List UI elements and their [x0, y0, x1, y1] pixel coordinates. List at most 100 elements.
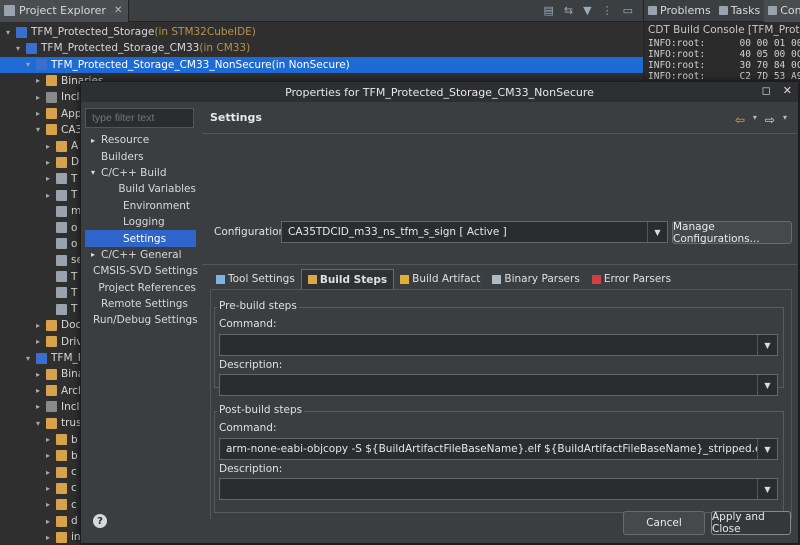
link-editor-icon[interactable]: ⇆ — [564, 4, 573, 17]
chevron-right-icon[interactable]: ▸ — [44, 451, 52, 460]
tree-item[interactable]: ▸ D — [0, 154, 79, 170]
tree-item[interactable]: ▸ App — [0, 106, 82, 122]
tree-item[interactable]: m — [0, 203, 81, 219]
tree-item[interactable]: ▸ Inclu — [0, 89, 86, 105]
chevron-right-icon[interactable]: ▸ — [44, 517, 52, 526]
cancel-button[interactable]: Cancel — [623, 511, 705, 535]
tree-item[interactable]: ▸ Bina — [0, 366, 84, 382]
chevron-right-icon[interactable]: ▸ — [44, 174, 52, 183]
chevron-down-icon[interactable]: ▾ — [24, 354, 32, 363]
tab-tasks[interactable]: Tasks — [715, 0, 764, 22]
tab-build-steps[interactable]: Build Steps — [300, 269, 395, 289]
tree-item[interactable]: o — [0, 236, 77, 252]
tree-item[interactable]: ▸ T — [0, 171, 77, 187]
chevron-down-icon[interactable]: ▾ — [24, 60, 32, 69]
chevron-down-icon[interactable]: ▼ — [757, 439, 777, 459]
tree-item[interactable]: ▸ Arch — [0, 383, 85, 399]
nav-item-logging[interactable]: Logging — [85, 214, 196, 230]
tree-item[interactable]: se — [0, 252, 83, 268]
manage-configurations-button[interactable]: Manage Configurations... — [672, 221, 792, 245]
chevron-right-icon[interactable]: ▸ — [44, 142, 52, 151]
maximize-icon[interactable]: ◻ — [762, 84, 771, 97]
chevron-right-icon[interactable]: ▸ — [44, 191, 52, 200]
chevron-down-icon[interactable]: ▾ — [4, 28, 12, 37]
close-icon[interactable]: ✕ — [114, 5, 122, 16]
nav-item-builders[interactable]: Builders — [85, 148, 196, 164]
chevron-right-icon[interactable]: ▸ — [89, 136, 97, 145]
tree-item[interactable]: ▸ Inclu — [0, 399, 86, 415]
nav-item-cmsis-svd-settings[interactable]: CMSIS-SVD Settings — [85, 263, 198, 279]
close-icon[interactable]: ✕ — [783, 84, 792, 97]
tree-item[interactable]: T — [0, 285, 77, 301]
prebuild-description-field[interactable]: ▼ — [219, 374, 778, 396]
nav-item-build-variables[interactable]: Build Variables — [85, 181, 196, 197]
chevron-right-icon[interactable]: ▸ — [34, 109, 42, 118]
nav-item-project-references[interactable]: Project References — [85, 280, 196, 296]
tree-item[interactable]: T — [0, 301, 77, 317]
tree-item[interactable]: ▸ b — [0, 448, 78, 464]
tab-problems[interactable]: Problems — [644, 0, 715, 22]
tree-item[interactable]: ▸ c — [0, 497, 77, 513]
tree-item[interactable]: ▸ Driv — [0, 334, 83, 350]
chevron-right-icon[interactable]: ▸ — [44, 484, 52, 493]
chevron-right-icon[interactable]: ▸ — [34, 337, 42, 346]
tree-item[interactable]: ▸ A — [0, 138, 78, 154]
tree-item[interactable]: ▸ d — [0, 513, 78, 529]
nav-item-resource[interactable]: ▸ Resource — [85, 132, 196, 148]
nav-item-c-c-general[interactable]: ▸ C/C++ General — [85, 247, 196, 263]
chevron-right-icon[interactable]: ▸ — [44, 500, 52, 509]
tree-item[interactable]: ▸ Doc — [0, 317, 81, 333]
explorer-tab[interactable]: Project Explorer ✕ — [0, 0, 130, 22]
postbuild-command-field[interactable]: arm-none-eabi-objcopy -S ${BuildArtifact… — [219, 438, 778, 460]
tree-item[interactable]: ▸ b — [0, 432, 78, 448]
chevron-right-icon[interactable]: ▸ — [44, 468, 52, 477]
nav-item-c-c-build[interactable]: ▾ C/C++ Build — [85, 165, 196, 181]
chevron-down-icon[interactable]: ▾ — [14, 44, 22, 53]
nav-item-run-debug-settings[interactable]: Run/Debug Settings — [85, 312, 198, 328]
chevron-right-icon[interactable]: ▸ — [34, 76, 42, 85]
tree-item[interactable]: ▾ TFM_Protected_Storage_CM33 (in CM33) — [0, 40, 250, 56]
tab-tool-settings[interactable]: Tool Settings — [210, 269, 301, 289]
chevron-right-icon[interactable]: ▸ — [44, 533, 52, 542]
chevron-right-icon[interactable]: ▸ — [34, 386, 42, 395]
chevron-down-icon[interactable]: ▾ — [89, 168, 97, 177]
tab-binary-parsers[interactable]: Binary Parsers — [486, 269, 585, 289]
postbuild-description-field[interactable]: ▼ — [219, 478, 778, 500]
chevron-down-icon[interactable]: ▾ — [34, 419, 42, 428]
chevron-right-icon[interactable]: ▸ — [34, 93, 42, 102]
prebuild-command-field[interactable]: ▼ — [219, 334, 778, 356]
chevron-right-icon[interactable]: ▸ — [89, 250, 97, 259]
chevron-down-icon[interactable]: ▼ — [757, 335, 777, 355]
apply-and-close-button[interactable]: Apply and Close — [711, 511, 791, 535]
chevron-right-icon[interactable]: ▸ — [34, 402, 42, 411]
tab-error-parsers[interactable]: Error Parsers — [586, 269, 677, 289]
tree-item[interactable]: ▾ TFM_P — [0, 350, 84, 366]
tree-item[interactable]: ▾ CA3 — [0, 122, 82, 138]
configuration-select[interactable]: CA35TDCID_m33_ns_tfm_s_sign [ Active ] ▼ — [281, 221, 668, 243]
collapse-all-icon[interactable]: ▤ — [544, 4, 554, 17]
tab-console[interactable]: Console — [764, 0, 800, 22]
tab-build-artifact[interactable]: Build Artifact — [394, 269, 486, 289]
chevron-down-icon[interactable]: ▾ — [34, 125, 42, 134]
chevron-right-icon[interactable]: ▸ — [44, 158, 52, 167]
tree-item[interactable]: o — [0, 220, 77, 236]
chevron-down-icon[interactable]: ▼ — [757, 375, 777, 395]
chevron-right-icon[interactable]: ▸ — [34, 321, 42, 330]
nav-item-remote-settings[interactable]: Remote Settings — [85, 296, 196, 312]
tree-item[interactable]: ▾ trus — [0, 415, 82, 431]
tree-item[interactable]: ▾ TFM_Protected_Storage_CM33_NonSecure (i… — [0, 56, 643, 73]
tree-item[interactable]: T — [0, 269, 77, 285]
back-arrow-icon[interactable]: ⇦ — [735, 113, 745, 127]
nav-item-settings[interactable]: Settings — [85, 230, 196, 247]
forward-arrow-icon[interactable]: ⇨ — [765, 113, 775, 127]
nav-item-environment[interactable]: Environment — [85, 198, 196, 214]
tree-item[interactable]: ▸ c — [0, 480, 77, 496]
filter-input[interactable] — [85, 108, 194, 128]
filter-icon[interactable]: ▼ — [583, 4, 591, 17]
tree-item[interactable]: ▸ T — [0, 187, 77, 203]
tree-item[interactable]: ▾ TFM_Protected_Storage (in STM32CubeIDE) — [0, 24, 256, 40]
chevron-down-icon[interactable]: ▾ — [783, 113, 787, 127]
minimize-icon[interactable]: ▭ — [623, 4, 633, 17]
tree-item[interactable]: ▸ c — [0, 464, 77, 480]
tree-item[interactable]: ▸ in — [0, 529, 81, 545]
